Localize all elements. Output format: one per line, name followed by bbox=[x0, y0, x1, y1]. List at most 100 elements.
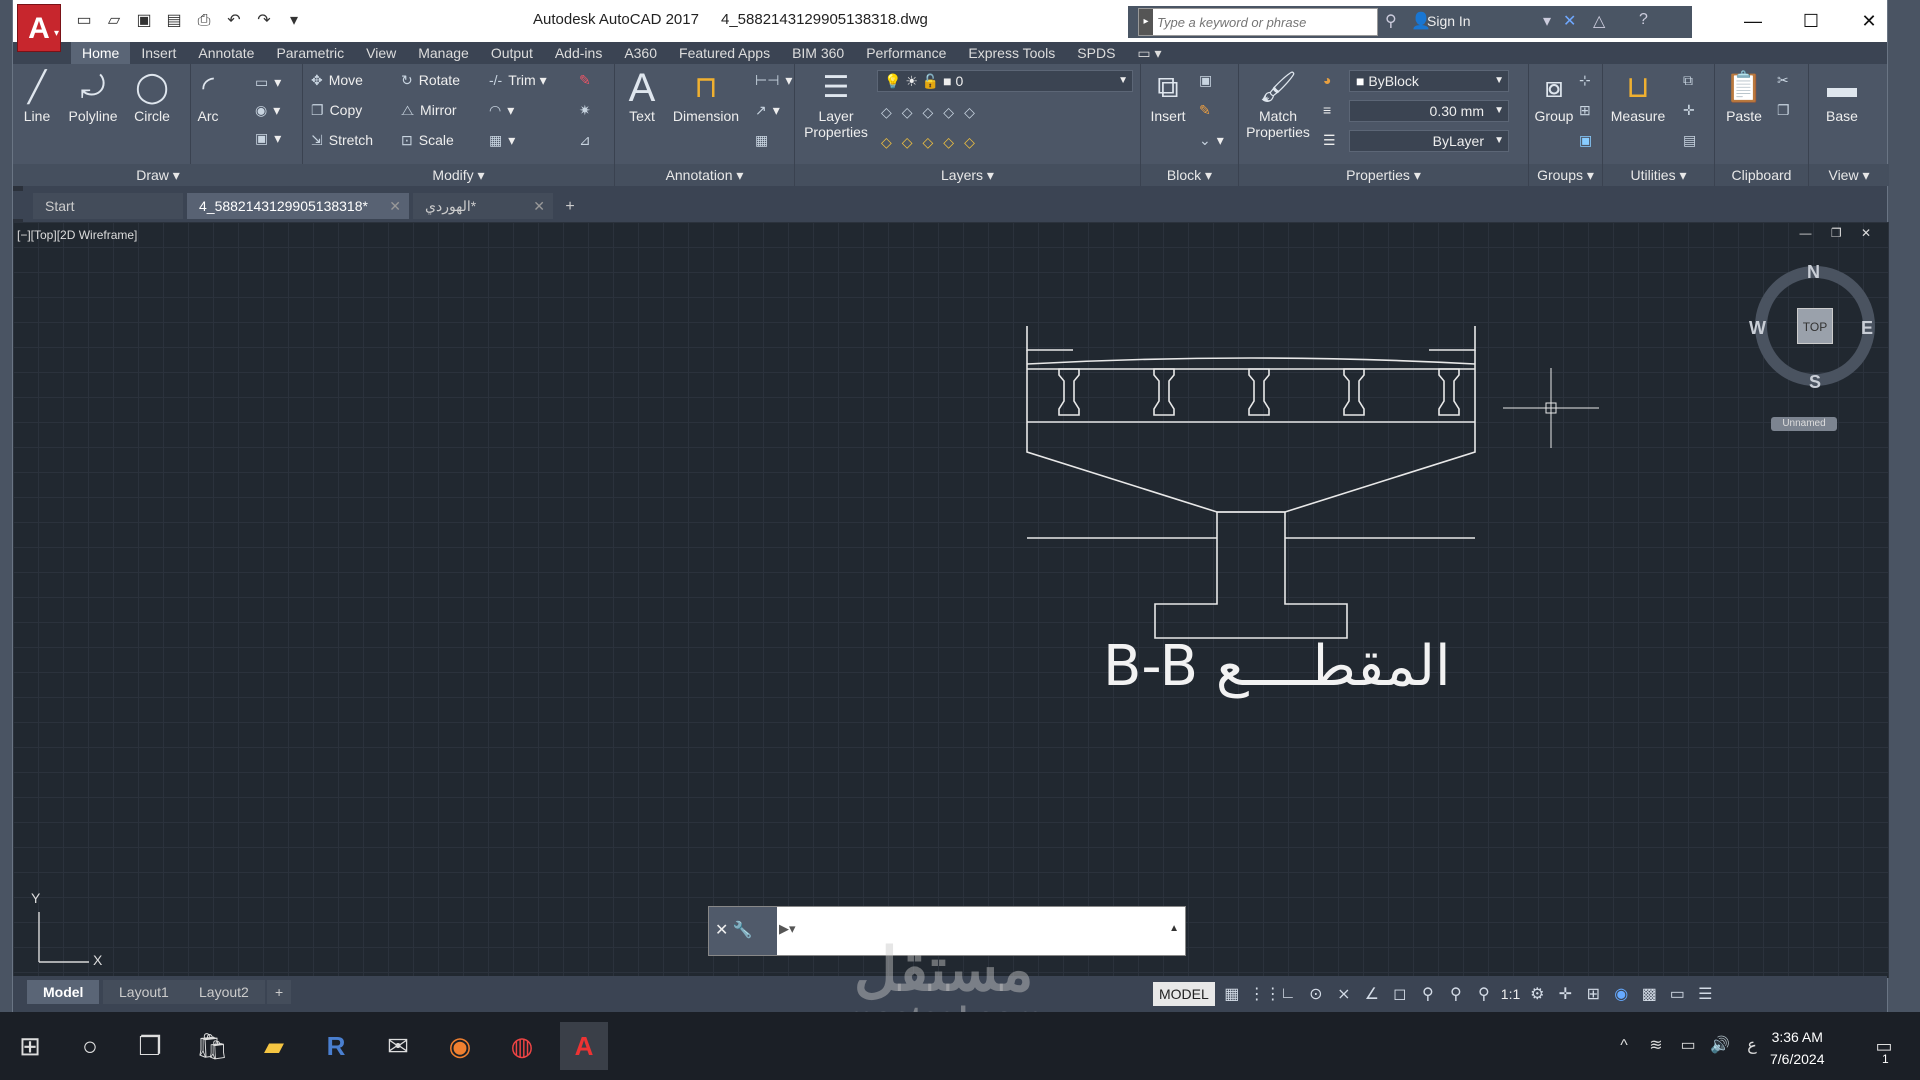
offset-tool[interactable]: ⊿ bbox=[579, 132, 597, 149]
undo-icon[interactable]: ↶ bbox=[223, 10, 245, 32]
layout-tab-model[interactable]: Model bbox=[27, 980, 100, 1004]
search-input[interactable] bbox=[1153, 10, 1373, 34]
tab-add-ins[interactable]: Add-ins bbox=[544, 42, 613, 64]
prompt-icon[interactable]: ▶▾ bbox=[779, 921, 796, 937]
copy-clip-tool[interactable]: ❐ bbox=[1777, 102, 1796, 119]
tab-spds[interactable]: SPDS bbox=[1066, 42, 1126, 64]
chrome-icon[interactable]: ◍ bbox=[498, 1022, 546, 1070]
layer-tools-row1[interactable]: ◇◇◇◇◇ bbox=[881, 104, 991, 121]
ungroup-tool[interactable]: ⊹ bbox=[1579, 72, 1597, 89]
minimize-button[interactable]: — bbox=[1733, 8, 1773, 34]
snap-icon[interactable]: ⋮⋮ bbox=[1249, 984, 1281, 1004]
maximize-button[interactable]: ☐ bbox=[1791, 8, 1831, 34]
close-icon[interactable]: ✕ bbox=[715, 922, 728, 939]
signin-dropdown-icon[interactable]: ▾ bbox=[1543, 11, 1551, 31]
erase-tool[interactable]: ✎ bbox=[579, 72, 597, 89]
polar-icon[interactable]: ⊙ bbox=[1305, 984, 1327, 1004]
task-view-icon[interactable]: ❐ bbox=[126, 1022, 174, 1070]
tab-parametric[interactable]: Parametric bbox=[265, 42, 355, 64]
array-tool[interactable]: ▦ ▾ bbox=[489, 132, 515, 149]
lineweight-dropdown[interactable]: 0.30 mm ▼ bbox=[1349, 100, 1509, 122]
group-tool[interactable]: ⧇ Group bbox=[1533, 68, 1575, 124]
cortana-search-icon[interactable]: ○ bbox=[66, 1022, 114, 1070]
store-icon[interactable]: 🛍 bbox=[188, 1022, 236, 1070]
layer-tools-row2[interactable]: ◇◇◇◇◇ bbox=[881, 134, 991, 151]
region-tool[interactable]: ▣ ▾ bbox=[255, 130, 281, 147]
annotation-scale-icon[interactable]: ⚲ bbox=[1473, 984, 1495, 1004]
save-icon[interactable]: ▣ bbox=[133, 10, 155, 32]
circle-tool[interactable]: ◯ Circle bbox=[131, 68, 173, 124]
autoscale-icon[interactable]: ⚲ bbox=[1445, 984, 1467, 1004]
clean-screen-icon[interactable]: ▭ bbox=[1666, 984, 1688, 1004]
draw-panel-title[interactable]: Draw ▾ bbox=[13, 164, 303, 186]
units-icon[interactable]: ⊞ bbox=[1582, 984, 1604, 1004]
workspace-gear-icon[interactable]: ⚙ bbox=[1526, 984, 1548, 1004]
ribbon-options-icon[interactable]: ▭ ▾ bbox=[1126, 42, 1172, 64]
tab-a360[interactable]: A360 bbox=[613, 42, 668, 64]
tab-home[interactable]: Home bbox=[71, 42, 131, 64]
paste-tool[interactable]: 📋 Paste bbox=[1721, 68, 1767, 124]
measure-tool[interactable]: ⊔ Measure bbox=[1607, 68, 1669, 124]
revit-icon[interactable]: R bbox=[312, 1022, 360, 1070]
point-tool[interactable]: ✛ bbox=[1683, 102, 1701, 119]
firefox-icon[interactable]: ◉ bbox=[436, 1022, 484, 1070]
compass-south[interactable]: S bbox=[1809, 372, 1821, 393]
layer-properties-tool[interactable]: ☰ Layer Properties bbox=[801, 68, 871, 140]
match-properties-tool[interactable]: 🖌 Match Properties bbox=[1243, 68, 1313, 140]
compass-north[interactable]: N bbox=[1807, 262, 1820, 283]
insert-block-tool[interactable]: ⧉ Insert bbox=[1145, 68, 1191, 124]
dimension-tool[interactable]: ⊓ Dimension bbox=[669, 68, 743, 124]
viewcube[interactable]: TOP bbox=[1755, 266, 1875, 386]
mail-icon[interactable]: ✉ bbox=[374, 1022, 422, 1070]
exchange-icon[interactable]: ✕ bbox=[1563, 11, 1576, 31]
customization-menu-icon[interactable]: ☰ bbox=[1694, 984, 1716, 1004]
rotate-tool[interactable]: ↻ Rotate bbox=[401, 72, 460, 89]
linetype-dropdown[interactable]: ByLayer ▼ bbox=[1349, 130, 1509, 152]
save-as-icon[interactable]: ▤ bbox=[163, 10, 185, 32]
text-tool[interactable]: A Text bbox=[625, 68, 659, 124]
new-tab-button[interactable]: + bbox=[557, 195, 583, 219]
sign-in-link[interactable]: Sign In bbox=[1427, 13, 1471, 29]
quick-select-tool[interactable]: ⧉ bbox=[1683, 72, 1699, 89]
qat-dropdown-icon[interactable]: ▾ bbox=[283, 10, 305, 32]
block-panel-title[interactable]: Block ▾ bbox=[1141, 164, 1238, 186]
object-snap-icon[interactable]: ◻ bbox=[1389, 984, 1411, 1004]
annotation-monitor-icon[interactable]: ✛ bbox=[1554, 984, 1576, 1004]
ortho-icon[interactable]: ∟ bbox=[1277, 985, 1299, 1003]
leader-tool[interactable]: ↗ ▾ bbox=[755, 102, 780, 119]
open-file-icon[interactable]: ▱ bbox=[103, 10, 125, 32]
file-explorer-icon[interactable]: ▰ bbox=[250, 1022, 298, 1070]
edit-block-tool[interactable]: ✎ bbox=[1199, 102, 1217, 119]
trim-tool[interactable]: -/- Trim ▾ bbox=[489, 72, 547, 89]
stretch-tool[interactable]: ⇲ Stretch bbox=[311, 132, 373, 149]
language-indicator[interactable]: ع bbox=[1728, 1022, 1776, 1070]
ucs-menu[interactable]: Unnamed bbox=[1771, 417, 1837, 431]
properties-panel-title[interactable]: Properties ▾ bbox=[1239, 164, 1528, 186]
close-tab-icon[interactable]: ✕ bbox=[533, 193, 545, 219]
isolate-objects-icon[interactable]: ◉ bbox=[1610, 984, 1632, 1004]
annotation-visibility-icon[interactable]: ⚲ bbox=[1417, 984, 1439, 1004]
tab-manage[interactable]: Manage bbox=[407, 42, 480, 64]
color-wheel-tool[interactable]: ◕ bbox=[1323, 72, 1337, 88]
layout-tab-layout2[interactable]: Layout2 bbox=[183, 980, 265, 1004]
tab-view[interactable]: View bbox=[355, 42, 407, 64]
tab-performance[interactable]: Performance bbox=[855, 42, 957, 64]
copy-tool[interactable]: ❐ Copy bbox=[311, 102, 362, 119]
add-layout-button[interactable]: + bbox=[267, 980, 292, 1004]
mirror-tool[interactable]: ⧍ Mirror bbox=[401, 102, 457, 119]
viewcube-top-face[interactable]: TOP bbox=[1797, 308, 1833, 344]
create-block-tool[interactable]: ▣ bbox=[1199, 72, 1218, 89]
close-button[interactable]: ✕ bbox=[1849, 8, 1889, 34]
table-tool[interactable]: ▦ bbox=[755, 132, 774, 149]
doc-tab-current[interactable]: 4_5882143129905138318* ✕ bbox=[187, 193, 409, 219]
clipboard-panel-title[interactable]: Clipboard bbox=[1715, 164, 1808, 186]
grid-icon[interactable]: ▦ bbox=[1221, 984, 1243, 1004]
tab-output[interactable]: Output bbox=[480, 42, 544, 64]
windows-start-icon[interactable]: ⊞ bbox=[6, 1022, 54, 1070]
tab-bim360[interactable]: BIM 360 bbox=[781, 42, 855, 64]
clock[interactable]: 3:36 AM 7/6/2024 bbox=[1770, 1026, 1825, 1070]
linear-dim-tool[interactable]: ⊢⊣ ▾ bbox=[755, 72, 792, 89]
doc-tab-start[interactable]: Start bbox=[33, 193, 183, 219]
binoculars-icon[interactable]: ⚲ bbox=[1385, 11, 1397, 31]
layout-tab-layout1[interactable]: Layout1 bbox=[103, 980, 185, 1004]
